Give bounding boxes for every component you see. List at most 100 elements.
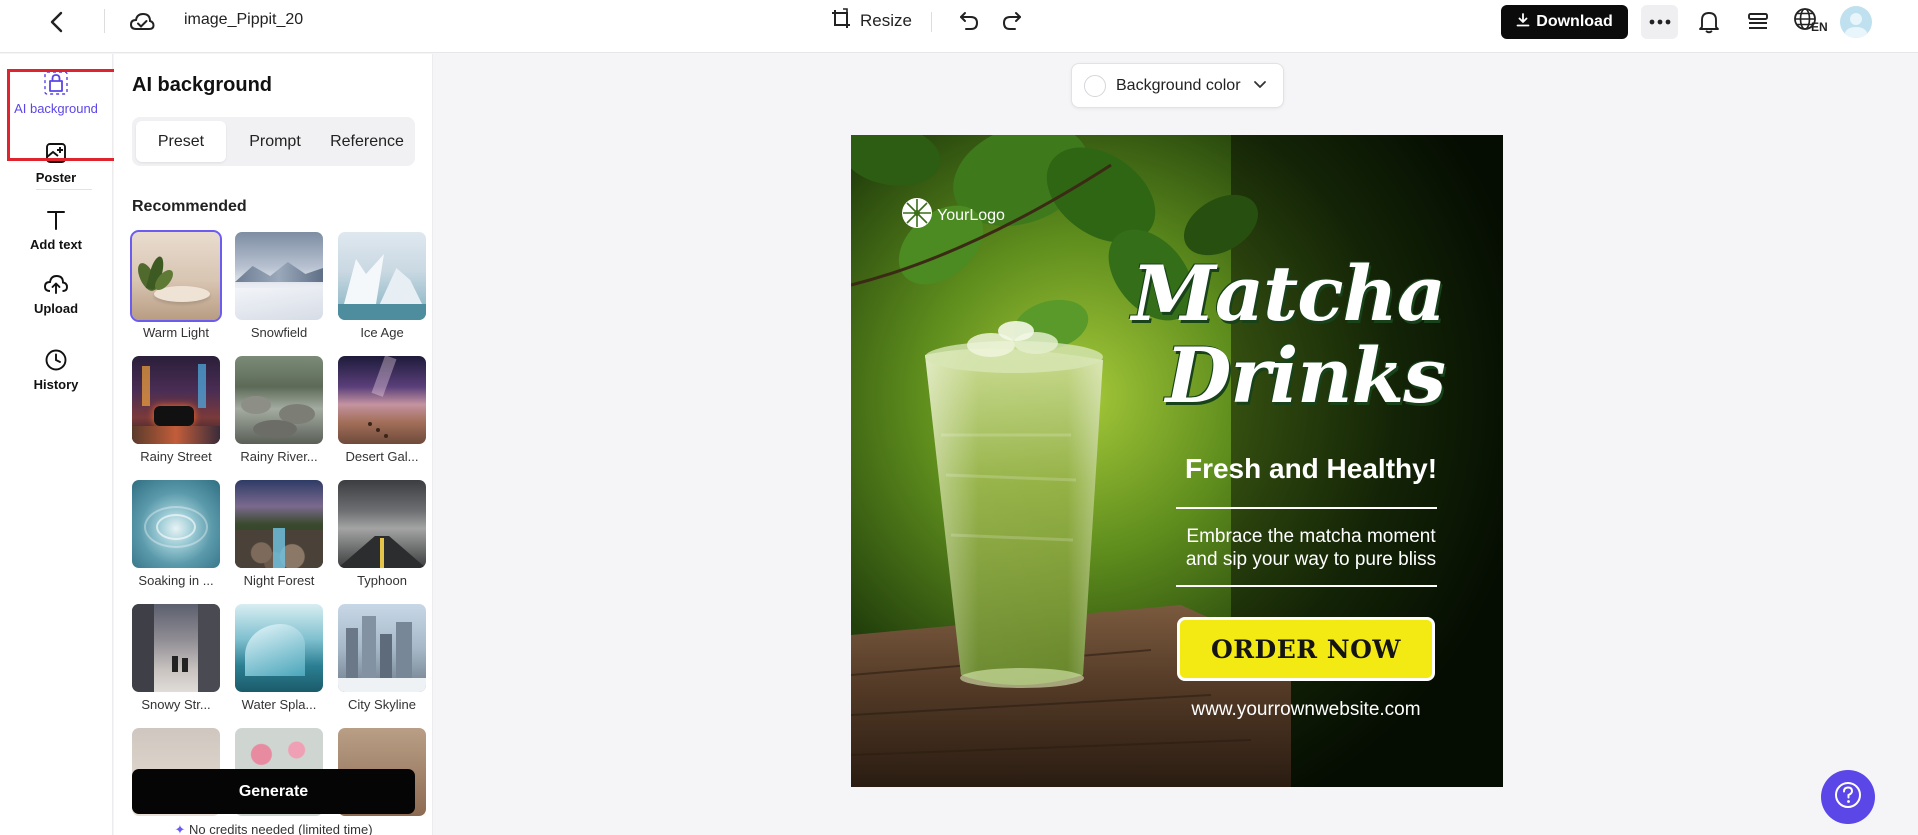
logo-flower-icon <box>901 197 933 234</box>
preset-snowy-street[interactable]: Snowy Str... <box>132 604 220 712</box>
help-button[interactable] <box>1821 770 1875 824</box>
panel-title: AI background <box>132 74 273 96</box>
resize-icon <box>830 7 852 35</box>
generate-button[interactable]: Generate <box>132 769 415 814</box>
rail-item-label: History <box>33 377 79 392</box>
resize-label: Resize <box>860 11 912 30</box>
preset-thumbnail <box>235 480 323 568</box>
preset-thumbnail <box>132 356 220 444</box>
preset-snowfield[interactable]: Snowfield <box>235 232 323 340</box>
rail-item-upload[interactable]: Upload <box>8 270 104 316</box>
rail-item-ai-background[interactable]: AI background <box>8 69 104 141</box>
preset-thumbnail <box>132 604 220 692</box>
background-color-dropdown[interactable]: Background color <box>1071 63 1284 108</box>
preset-thumbnail <box>132 480 220 568</box>
preset-label: Night Forest <box>243 573 315 588</box>
rail-item-history[interactable]: History <box>8 346 104 392</box>
download-label: Download <box>1536 13 1613 30</box>
poster-body[interactable]: Embrace the matcha moment and sip your w… <box>1169 525 1453 571</box>
preset-thumbnail <box>235 356 323 444</box>
preset-label: Desert Gal... <box>345 449 419 464</box>
poster-subtitle[interactable]: Fresh and Healthy! <box>1175 453 1447 485</box>
tab-preset[interactable]: Preset <box>136 121 226 162</box>
preset-city-skyline[interactable]: City Skyline <box>338 604 426 712</box>
rail-item-add-text[interactable]: Add text <box>8 206 104 252</box>
ai-background-panel: AI background Preset Prompt Reference Re… <box>114 54 433 835</box>
preset-desert-galaxy[interactable]: Desert Gal... <box>338 356 426 464</box>
language-selector[interactable]: EN <box>1793 7 1829 37</box>
divider <box>36 189 92 190</box>
undo-icon[interactable] <box>955 8 983 34</box>
background-color-label: Background color <box>1116 76 1241 94</box>
cloud-sync-icon[interactable] <box>128 8 156 36</box>
download-icon <box>1516 12 1530 32</box>
preset-thumbnail <box>338 604 426 692</box>
file-name[interactable]: image_Pippit_20 <box>184 11 303 29</box>
preset-typhoon[interactable]: Typhoon <box>338 480 426 588</box>
rail-item-label: Upload <box>33 301 79 316</box>
ai-background-icon <box>42 69 70 97</box>
preset-night-forest[interactable]: Night Forest <box>235 480 323 588</box>
rail-item-label: Poster <box>35 170 77 185</box>
preset-label: Typhoon <box>357 573 407 588</box>
credits-note: ✦ No credits needed (limited time) <box>132 822 415 835</box>
preset-thumbnail <box>338 480 426 568</box>
avatar[interactable] <box>1840 6 1872 38</box>
tab-prompt[interactable]: Prompt <box>230 121 320 162</box>
rail-item-poster[interactable]: Poster <box>8 139 104 185</box>
preset-thumbnail <box>235 604 323 692</box>
divider <box>104 9 105 33</box>
preset-rainy-street[interactable]: Rainy Street <box>132 356 220 464</box>
bell-icon[interactable] <box>1695 8 1723 36</box>
preset-rainy-river[interactable]: Rainy River... <box>235 356 323 464</box>
order-now-button[interactable]: ORDER NOW <box>1177 617 1435 681</box>
preset-water-splash[interactable]: Water Spla... <box>235 604 323 712</box>
download-button[interactable]: Download <box>1501 5 1628 39</box>
mode-tabs: Preset Prompt Reference <box>132 117 415 166</box>
layers-icon[interactable] <box>1744 8 1772 36</box>
poster-canvas[interactable]: YourLogo Matcha Drinks Fresh and Healthy… <box>851 135 1503 787</box>
preset-label: Rainy Street <box>140 449 212 464</box>
preset-label: Snowfield <box>250 325 308 340</box>
poster-icon <box>42 139 70 167</box>
history-icon <box>42 346 70 374</box>
logo-text: YourLogo <box>937 206 1005 224</box>
poster-title[interactable]: Matcha Drinks <box>1132 253 1446 420</box>
preset-label: Ice Age <box>360 325 404 340</box>
divider <box>931 12 932 32</box>
preset-label: City Skyline <box>348 697 416 712</box>
preset-ice-age[interactable]: Ice Age <box>338 232 426 340</box>
poster-website[interactable]: www.yourrownwebsite.com <box>1161 699 1451 721</box>
sparkle-icon: ✦ <box>174 822 186 835</box>
back-icon[interactable] <box>44 9 68 35</box>
tool-rail: AI background Poster Add text Upload His… <box>0 54 113 835</box>
poster-logo[interactable]: YourLogo <box>901 197 1005 234</box>
upload-icon <box>42 270 70 298</box>
chevron-down-icon <box>1253 77 1267 95</box>
preset-soaking[interactable]: Soaking in ... <box>132 480 220 588</box>
preset-label: Water Spla... <box>241 697 317 712</box>
preset-label: Snowy Str... <box>141 697 211 712</box>
preset-thumbnail <box>338 232 426 320</box>
resize-button[interactable]: Resize <box>830 7 912 35</box>
poster-body-line2: and sip your way to pure bliss <box>1185 549 1437 570</box>
rail-item-label: AI background <box>14 101 98 116</box>
color-swatch <box>1084 74 1106 97</box>
redo-icon[interactable] <box>998 8 1026 34</box>
text-icon <box>42 206 70 234</box>
preset-thumbnail <box>338 356 426 444</box>
poster-body-line1: Embrace the matcha moment <box>1186 526 1436 547</box>
more-icon[interactable] <box>1641 5 1678 39</box>
divider <box>1176 507 1437 509</box>
tab-reference[interactable]: Reference <box>322 121 412 162</box>
credits-text: No credits needed (limited time) <box>189 822 373 835</box>
rail-item-label: Add text <box>30 237 82 252</box>
preset-thumbnail <box>130 230 222 322</box>
poster-title-line2: Drinks <box>1165 331 1446 420</box>
section-label: Recommended <box>132 198 247 215</box>
preset-thumbnail <box>235 232 323 320</box>
top-bar: image_Pippit_20 Resize Download EN <box>0 0 1918 53</box>
question-icon <box>1833 780 1863 815</box>
preset-warm-light[interactable]: Warm Light <box>130 230 222 340</box>
preset-label: Rainy River... <box>240 449 318 464</box>
